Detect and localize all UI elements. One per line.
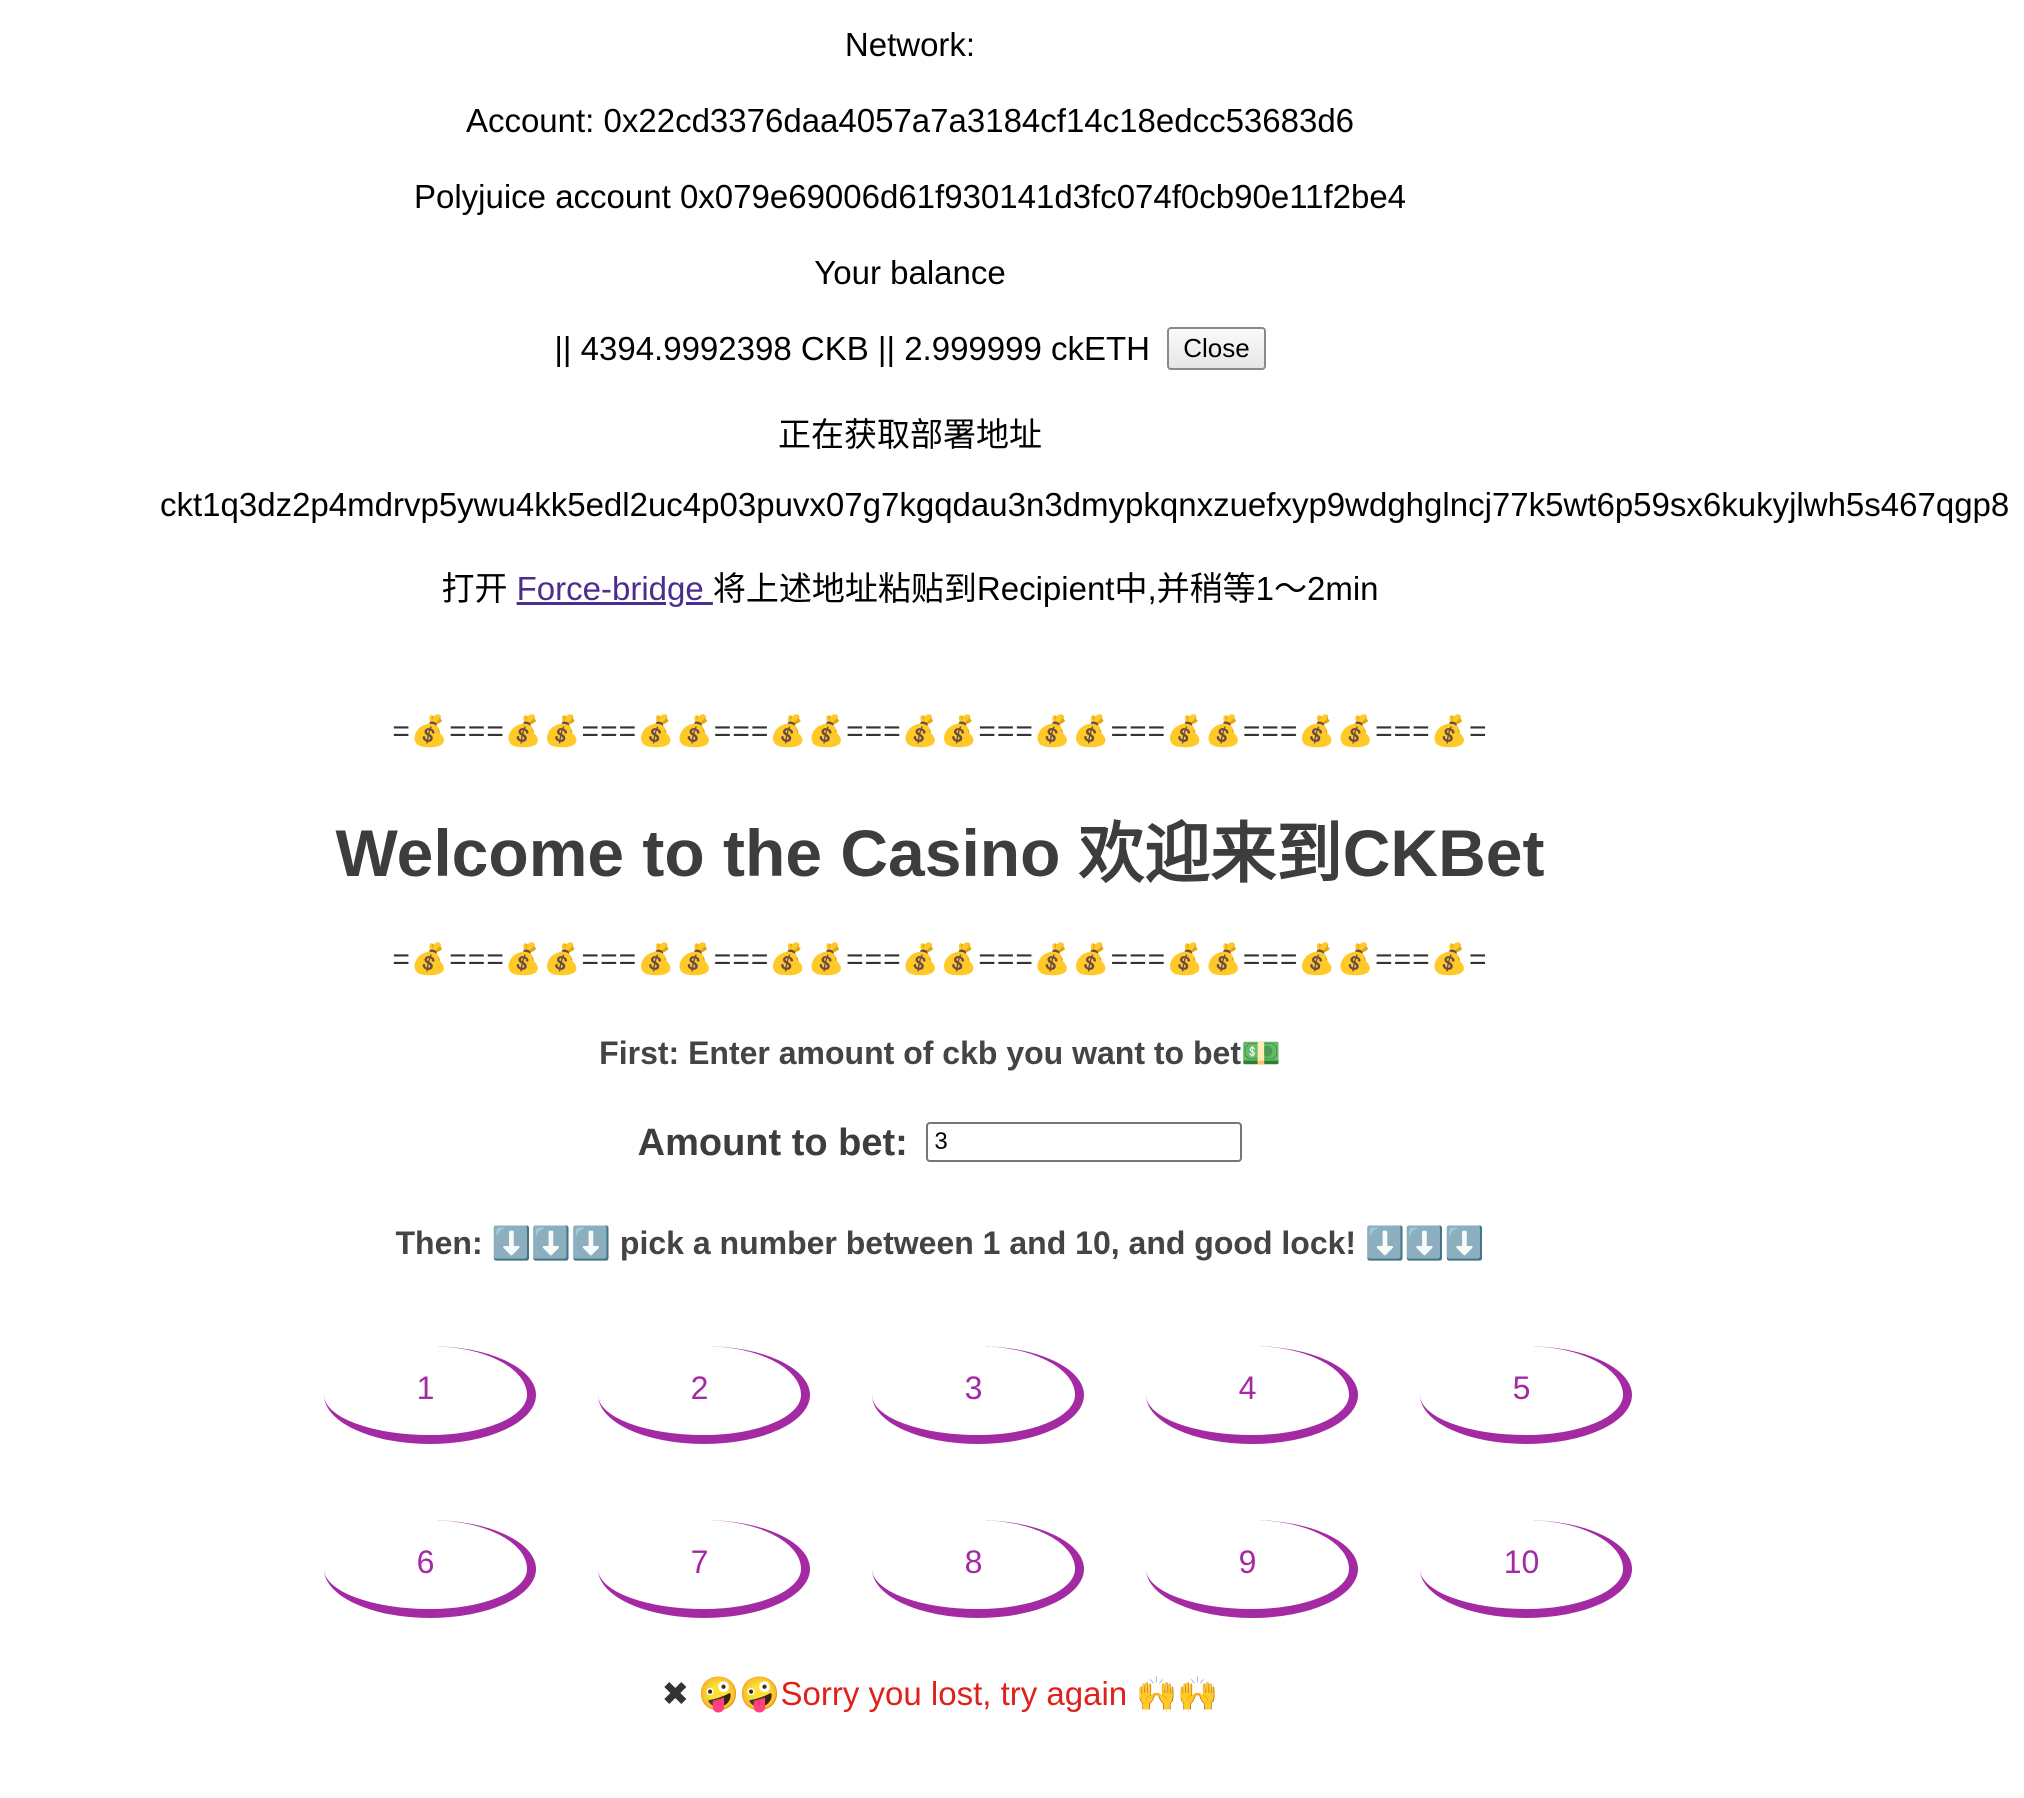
bridge-prefix: 打开 (441, 570, 517, 607)
page-title: Welcome to the Casino 欢迎来到CKBet (335, 816, 1545, 890)
number-button-4[interactable]: 4 (1146, 1346, 1358, 1444)
number-button-10[interactable]: 10 (1420, 1520, 1632, 1618)
number-button-8[interactable]: 8 (872, 1520, 1084, 1618)
account-line: Account: 0x22cd3376daa4057a7a3184cf14c18… (465, 102, 1355, 139)
result-message-row: ✖ 🤪🤪Sorry you lost, try again 🙌🙌 (0, 1674, 1880, 1714)
bridge-instructions: 打开 Force-bridge 将上述地址粘贴到Recipient中,并稍等1～… (0, 562, 1820, 610)
number-button-7[interactable]: 7 (598, 1520, 810, 1618)
number-button-2[interactable]: 2 (598, 1346, 810, 1444)
balance-row: || 4394.9992398 CKB || 2.999999 ckETH Cl… (0, 327, 1820, 373)
number-button-5[interactable]: 5 (1420, 1346, 1632, 1444)
first-step-text: First: Enter amount of ckb you want to b… (599, 1035, 1281, 1071)
money-divider-bottom: =💰===💰💰===💰💰===💰💰===💰💰===💰💰===💰💰===💰💰===… (392, 943, 1488, 976)
result-message: 🤪🤪Sorry you lost, try again 🙌🙌 (689, 1675, 1219, 1712)
amount-input[interactable] (926, 1121, 1243, 1162)
number-button-3[interactable]: 3 (872, 1346, 1084, 1444)
balance-text: || 4394.9992398 CKB || 2.999999 ckETH (554, 330, 1151, 368)
number-button-9[interactable]: 9 (1146, 1520, 1358, 1618)
amount-row: Amount to bet: (0, 1121, 1880, 1165)
polyjuice-account-line: Polyjuice account 0x079e69006d61f930141d… (413, 178, 1407, 215)
force-bridge-link[interactable]: Force-bridge (517, 570, 713, 607)
page: Network: Account: 0x22cd3376daa4057a7a31… (0, 0, 2024, 1798)
number-button-6[interactable]: 6 (324, 1520, 536, 1618)
bridge-suffix: 将上述地址粘贴到Recipient中,并稍等1～2min (712, 570, 1379, 607)
money-divider-top: =💰===💰💰===💰💰===💰💰===💰💰===💰💰===💰💰===💰💰===… (392, 715, 1488, 748)
close-x-icon: ✖ (661, 1675, 690, 1712)
balance-title: Your balance (814, 254, 1006, 291)
network-label: Network: (844, 26, 976, 63)
deploy-status: 正在获取部署地址 (778, 416, 1042, 453)
close-button[interactable]: Close (1167, 327, 1266, 370)
then-step-text: Then: ⬇️⬇️⬇️ pick a number between 1 and… (395, 1225, 1485, 1261)
amount-label: Amount to bet: (637, 1122, 908, 1164)
number-button-1[interactable]: 1 (324, 1346, 536, 1444)
ckb-address: ckt1q3dz2p4mdrvp5ywu4kk5edl2uc4p03puvx07… (160, 486, 2010, 523)
